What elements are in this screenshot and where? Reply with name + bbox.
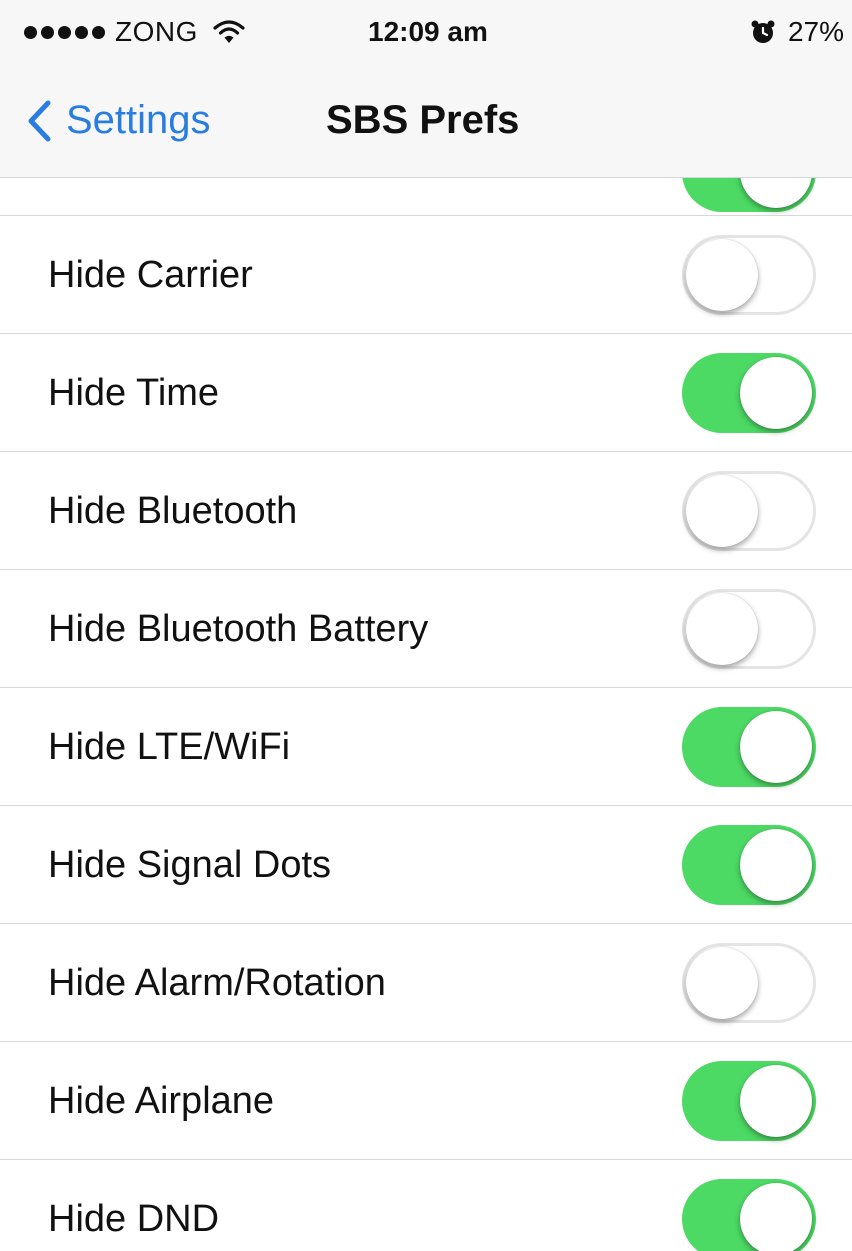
toggle-switch[interactable] [682, 353, 816, 433]
row-hide-signal-dots: Hide Signal Dots [0, 806, 852, 924]
toggle-knob [686, 239, 758, 311]
row-hide-lte-wifi: Hide LTE/WiFi [0, 688, 852, 806]
row-label: Hide LTE/WiFi [48, 726, 291, 768]
toggle-switch[interactable] [682, 1061, 816, 1141]
status-bar: ZONG 12:09 am 27% [0, 0, 852, 76]
chevron-left-icon [28, 100, 51, 141]
toggle-knob [686, 593, 758, 665]
toggle-knob [740, 357, 812, 429]
status-left: ZONG [24, 16, 246, 48]
toggle-knob [686, 947, 758, 1019]
row-hide-carrier: Hide Carrier [0, 216, 852, 334]
toggle-knob [740, 829, 812, 901]
navigation-bar: Settings SBS Prefs [0, 76, 852, 178]
status-time: 12:09 am [368, 16, 488, 47]
page-title: SBS Prefs [326, 98, 520, 142]
partial-row-toggle[interactable] [682, 178, 816, 212]
toggle-switch[interactable] [682, 707, 816, 787]
row-label: Hide Bluetooth Battery [48, 608, 429, 650]
toggle-switch[interactable] [682, 471, 816, 551]
alarm-clock-icon [751, 20, 775, 43]
row-label: Hide Alarm/Rotation [48, 962, 386, 1004]
toggle-switch[interactable] [682, 943, 816, 1023]
partial-row [0, 178, 852, 216]
toggle-switch[interactable] [682, 825, 816, 905]
top-bar: ZONG 12:09 am 27% Settings SBS Prefs [0, 0, 852, 178]
row-label: Hide Carrier [48, 254, 253, 296]
toggle-knob [740, 1183, 812, 1251]
carrier-name: ZONG [115, 16, 198, 47]
settings-list: Hide Carrier Hide Time Hide Bluetooth Hi… [0, 178, 852, 1251]
row-label: Hide Time [48, 372, 220, 414]
status-right: 27% [750, 16, 844, 48]
row-hide-airplane: Hide Airplane [0, 1042, 852, 1160]
row-hide-bluetooth: Hide Bluetooth [0, 452, 852, 570]
toggle-switch[interactable] [682, 1179, 816, 1251]
toggle-switch[interactable] [682, 589, 816, 669]
row-hide-time: Hide Time [0, 334, 852, 452]
row-label: Hide Airplane [48, 1080, 275, 1122]
row-label: Hide Bluetooth [48, 490, 298, 532]
toggle-knob [740, 178, 812, 208]
row-hide-dnd: Hide DND [0, 1160, 852, 1251]
wifi-icon [213, 20, 245, 43]
toggle-knob [740, 1065, 812, 1137]
row-label: Hide Signal Dots [48, 844, 332, 886]
row-label: Hide DND [48, 1198, 220, 1240]
toggle-switch[interactable] [682, 235, 816, 315]
toggle-knob [686, 475, 758, 547]
back-button[interactable]: Settings [26, 98, 211, 143]
battery-percent: 27% [787, 16, 844, 47]
row-hide-bluetooth-battery: Hide Bluetooth Battery [0, 570, 852, 688]
back-button-label: Settings [66, 98, 211, 142]
row-hide-alarm-rotation: Hide Alarm/Rotation [0, 924, 852, 1042]
toggle-knob [740, 711, 812, 783]
signal-dots-icon [24, 25, 105, 39]
